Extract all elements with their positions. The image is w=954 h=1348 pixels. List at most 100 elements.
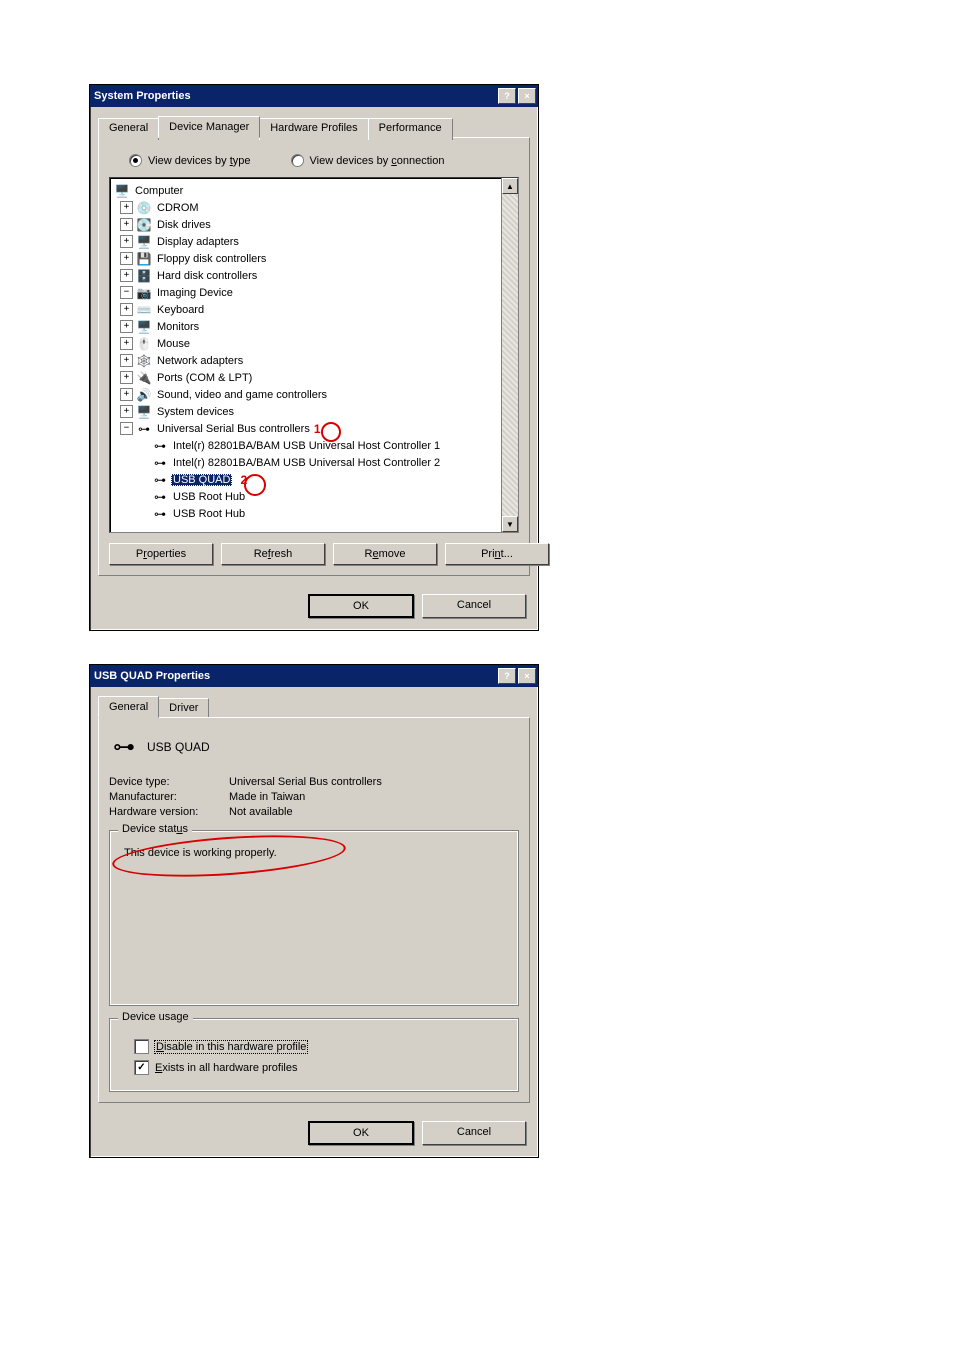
system-properties-dialog: System Properties ? × General Device Man… [89,84,539,631]
tree-item[interactable]: + 💽 Disk drives [114,216,516,233]
device-usage-group-title: Device usage [118,1011,193,1023]
tab-device-manager[interactable]: Device Manager [158,116,260,138]
expand-icon[interactable]: + [120,235,133,248]
tree-action-buttons: Properties Refresh Remove Print... [109,543,519,565]
usb-icon: ⊶ [152,507,168,521]
expand-icon[interactable]: + [120,320,133,333]
tab-general[interactable]: General [98,696,159,718]
scroll-up-icon[interactable]: ▲ [502,178,518,194]
tree-item-label: USB Root Hub [171,491,247,503]
tree-item[interactable]: + 🕸️ Network adapters [114,352,516,369]
tree-item-usb-controllers[interactable]: − ⊶ Universal Serial Bus controllers 1 [114,420,516,437]
tree-item[interactable]: + 🗄️ Hard disk controllers [114,267,516,284]
device-header: ⊶ USB QUAD [113,734,519,760]
tree-item[interactable]: + ⌨️ Keyboard [114,301,516,318]
disable-profile-row[interactable]: Disable in this hardware profile [134,1039,508,1054]
properties-button[interactable]: Properties [109,543,213,565]
tree-item-label: Sound, video and game controllers [155,389,329,401]
tree-root[interactable]: 🖥️ Computer [114,182,516,199]
tree-item[interactable]: + 🖱️ Mouse [114,335,516,352]
tabpage-device-manager: View devices by type View devices by con… [98,137,530,576]
tree-item-label: CDROM [155,202,201,214]
tree-item[interactable]: + 🔌 Ports (COM & LPT) [114,369,516,386]
help-button[interactable]: ? [498,88,516,104]
device-status-group: Device status This device is working pro… [109,830,519,1006]
tabpage-general: ⊶ USB QUAD Device type: Universal Serial… [98,717,530,1103]
tree-subitem[interactable]: ⊶ Intel(r) 82801BA/BAM USB Universal Hos… [114,454,516,471]
device-type-label: Device type: [109,776,229,788]
expand-icon[interactable]: + [120,337,133,350]
expand-icon[interactable]: + [120,252,133,265]
tree-item-label: Floppy disk controllers [155,253,268,265]
device-status-group-title: Device status [118,823,192,835]
checkbox-disable[interactable] [134,1039,149,1054]
manufacturer-row: Manufacturer: Made in Taiwan [109,791,519,803]
expand-icon[interactable]: + [120,218,133,231]
titlebar-buttons: ? × [496,668,536,684]
tree-subitem-usb-quad[interactable]: ⊶ USB QUAD 2 [114,471,516,488]
device-type-value: Universal Serial Bus controllers [229,776,382,788]
close-button[interactable]: × [518,668,536,684]
vertical-scrollbar[interactable]: ▲ ▼ [501,178,518,532]
tree-item[interactable]: − 📷 Imaging Device [114,284,516,301]
refresh-button[interactable]: Refresh [221,543,325,565]
device-type-row: Device type: Universal Serial Bus contro… [109,776,519,788]
floppy-icon: 💾 [136,252,152,266]
tab-general[interactable]: General [98,118,159,140]
remove-button[interactable]: Remove [333,543,437,565]
manufacturer-value: Made in Taiwan [229,791,305,803]
radio-circle-icon [291,154,304,167]
expand-icon[interactable]: + [120,201,133,214]
tree-item[interactable]: + 🖥️ System devices [114,403,516,420]
tree-item-label: Network adapters [155,355,245,367]
expand-icon[interactable]: + [120,405,133,418]
radio-view-by-connection[interactable]: View devices by connection [291,154,445,167]
tree-item[interactable]: + 💿 CDROM [114,199,516,216]
cancel-button[interactable]: Cancel [422,594,526,618]
expand-icon[interactable]: + [120,269,133,282]
tree-item-label: Imaging Device [155,287,235,299]
tab-hardware-profiles[interactable]: Hardware Profiles [259,118,368,140]
tree-item-label: USB Root Hub [171,508,247,520]
tree-subitem[interactable]: ⊶ USB Root Hub [114,505,516,522]
titlebar-title: USB QUAD Properties [94,670,210,682]
tree-item-label: Monitors [155,321,201,333]
tree-subitem[interactable]: ⊶ Intel(r) 82801BA/BAM USB Universal Hos… [114,437,516,454]
hardware-version-value: Not available [229,806,293,818]
tree-item-label: Mouse [155,338,192,350]
exists-profiles-row[interactable]: ✓ Exists in all hardware profiles [134,1060,508,1075]
ok-button[interactable]: OK [308,1121,414,1145]
ok-button[interactable]: OK [308,594,414,618]
tree-item-label: System devices [155,406,236,418]
harddisk-icon: 🗄️ [136,269,152,283]
tree-item[interactable]: + 💾 Floppy disk controllers [114,250,516,267]
annotation-two: 2 [240,473,247,487]
device-tree[interactable]: 🖥️ Computer + 💿 CDROM + 💽 Disk drives [109,177,519,533]
radio-view-by-type[interactable]: View devices by type [129,154,251,167]
expand-icon[interactable]: + [120,388,133,401]
collapse-icon[interactable]: − [120,286,133,299]
device-usage-group: Device usage Disable in this hardware pr… [109,1018,519,1092]
tree-subitem[interactable]: ⊶ USB Root Hub [114,488,516,505]
expand-icon[interactable]: + [120,303,133,316]
tree-item[interactable]: + 🖥️ Display adapters [114,233,516,250]
radio-label-by-connection: View devices by connection [310,155,445,167]
expand-icon[interactable]: + [120,371,133,384]
usb-quad-properties-dialog: USB QUAD Properties ? × General Driver ⊶… [89,664,539,1158]
cancel-button[interactable]: Cancel [422,1121,526,1145]
tree-item-label: Display adapters [155,236,241,248]
network-icon: 🕸️ [136,354,152,368]
collapse-icon[interactable]: − [120,422,133,435]
expand-icon[interactable]: + [120,354,133,367]
tree-item-label: Intel(r) 82801BA/BAM USB Universal Host … [171,440,442,452]
tabstrip: General Driver [98,696,530,718]
tree-item-label: Ports (COM & LPT) [155,372,254,384]
print-button[interactable]: Print... [445,543,549,565]
tab-performance[interactable]: Performance [368,118,453,140]
help-button[interactable]: ? [498,668,516,684]
checkbox-exists[interactable]: ✓ [134,1060,149,1075]
close-button[interactable]: × [518,88,536,104]
scroll-down-icon[interactable]: ▼ [502,516,518,532]
tree-item[interactable]: + 🖥️ Monitors [114,318,516,335]
tree-item[interactable]: + 🔊 Sound, video and game controllers [114,386,516,403]
